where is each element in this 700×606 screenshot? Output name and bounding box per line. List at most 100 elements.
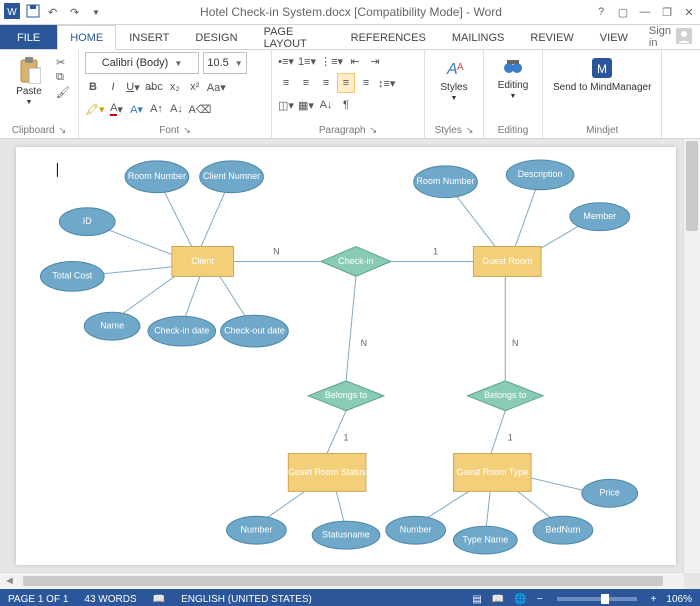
svg-text:Belongs to: Belongs to	[325, 390, 367, 400]
editing-button[interactable]: Editing ▼	[490, 52, 536, 104]
horizontal-scrollbar[interactable]: ◄	[0, 572, 684, 589]
word-icon: W	[4, 3, 20, 22]
superscript-icon[interactable]: x²	[187, 78, 203, 96]
decrease-indent-icon[interactable]: ⇤	[347, 52, 363, 70]
entity-guest-room: Guest Room	[473, 247, 541, 277]
borders-icon[interactable]: ▦▾	[298, 96, 314, 114]
clear-formatting-icon[interactable]: A⌫	[189, 100, 212, 118]
line-spacing-icon[interactable]: ↕≡▾	[378, 74, 395, 92]
grow-font-icon[interactable]: A↑	[149, 100, 165, 118]
tab-home[interactable]: HOME	[57, 25, 116, 50]
status-words[interactable]: 43 WORDS	[84, 594, 136, 605]
sort-icon[interactable]: A↓	[318, 96, 334, 114]
change-case-icon[interactable]: Aa▾	[207, 78, 226, 96]
vertical-scrollbar[interactable]	[683, 139, 700, 573]
align-right-icon[interactable]: ≡	[318, 74, 334, 92]
redo-icon[interactable]: ↷	[70, 6, 86, 19]
group-clipboard-label: Clipboard	[12, 125, 55, 136]
document-area: N 1 N N 1 1 Room Number Client Numner ID…	[0, 139, 700, 589]
distributed-icon[interactable]: ≡	[358, 74, 374, 92]
font-name-combo[interactable]: Calibri (Body)▼	[85, 52, 199, 74]
rel-belongs-1: Belongs to	[308, 381, 384, 411]
styles-launcher-icon[interactable]: ↘	[466, 125, 474, 136]
numbering-icon[interactable]: 1≡▾	[298, 52, 316, 70]
styles-icon: AA	[441, 56, 467, 80]
attr-description: Description	[506, 160, 574, 190]
read-mode-view-icon[interactable]: 📖	[492, 594, 504, 605]
group-mindjet-label: Mindjet	[586, 125, 618, 136]
svg-text:Check-out date: Check-out date	[224, 325, 285, 335]
send-to-mindmanager-button[interactable]: M Send to MindManager	[549, 52, 655, 97]
page[interactable]: N 1 N N 1 1 Room Number Client Numner ID…	[16, 147, 676, 565]
justify-icon[interactable]: ≡	[338, 74, 354, 92]
zoom-slider[interactable]	[557, 597, 637, 601]
bullets-icon[interactable]: •≡▾	[278, 52, 294, 70]
ribbon: Paste ▼ ✂ ⧉ 🖌 Clipboard ↘ Calibri (Body)▼…	[0, 50, 700, 139]
close-icon[interactable]: ✕	[682, 5, 696, 19]
qat-customize-icon[interactable]: ▼	[92, 8, 108, 17]
status-page[interactable]: PAGE 1 OF 1	[8, 594, 68, 605]
ribbon-display-icon[interactable]: ▢	[616, 5, 630, 19]
svg-text:BedNum: BedNum	[546, 525, 581, 535]
copy-icon[interactable]: ⧉	[56, 71, 72, 84]
tab-mailings[interactable]: MAILINGS	[439, 25, 518, 49]
tab-view[interactable]: VIEW	[587, 25, 641, 49]
show-marks-icon[interactable]: ¶	[338, 96, 354, 114]
help-icon[interactable]: ?	[594, 5, 608, 19]
bold-icon[interactable]: B	[85, 78, 101, 96]
attr-bednum: BedNum	[533, 516, 593, 544]
format-painter-icon[interactable]: 🖌	[56, 86, 72, 99]
increase-indent-icon[interactable]: ⇥	[367, 52, 383, 70]
strikethrough-icon[interactable]: a̶bc	[145, 78, 163, 96]
save-icon[interactable]	[26, 4, 42, 21]
underline-icon[interactable]: U▾	[125, 78, 141, 96]
tab-page-layout[interactable]: PAGE LAYOUT	[251, 25, 338, 49]
zoom-slider-thumb[interactable]	[601, 594, 609, 604]
font-size-combo[interactable]: 10.5▼	[203, 52, 247, 74]
paste-button[interactable]: Paste ▼	[6, 52, 52, 110]
subscript-icon[interactable]: x₂	[167, 78, 183, 96]
mindmanager-label: Send to MindManager	[553, 82, 651, 93]
clipboard-launcher-icon[interactable]: ↘	[59, 125, 67, 136]
attr-id: ID	[59, 208, 115, 236]
print-layout-view-icon[interactable]: ▤	[472, 594, 481, 605]
scroll-left-icon[interactable]: ◄	[0, 575, 19, 587]
web-layout-view-icon[interactable]: 🌐	[514, 594, 526, 605]
chevron-down-icon: ▼	[235, 59, 243, 68]
paragraph-launcher-icon[interactable]: ↘	[370, 125, 378, 136]
font-launcher-icon[interactable]: ↘	[183, 125, 191, 136]
cut-icon[interactable]: ✂	[56, 56, 72, 69]
highlight-icon[interactable]: 🖍▾	[85, 100, 105, 118]
rel-checkin: Check-in	[321, 247, 391, 277]
styles-button[interactable]: AA Styles ▼	[431, 52, 477, 106]
proofing-icon[interactable]: 📖	[153, 594, 165, 605]
svg-text:Check-in date: Check-in date	[154, 325, 209, 335]
italic-icon[interactable]: I	[105, 78, 121, 96]
tab-references[interactable]: REFERENCES	[338, 25, 439, 49]
user-icon	[676, 28, 692, 47]
zoom-level[interactable]: 106%	[666, 594, 692, 605]
align-left-icon[interactable]: ≡	[278, 74, 294, 92]
minimize-icon[interactable]: —	[638, 5, 652, 19]
shading-icon[interactable]: ◫▾	[278, 96, 294, 114]
font-color-icon[interactable]: A▾	[109, 100, 125, 118]
tab-insert[interactable]: INSERT	[116, 25, 182, 49]
multilevel-list-icon[interactable]: ⋮≡▾	[320, 52, 343, 70]
align-center-icon[interactable]: ≡	[298, 74, 314, 92]
horizontal-scroll-thumb[interactable]	[23, 576, 663, 586]
zoom-out-icon[interactable]: −	[537, 594, 543, 605]
svg-text:Number: Number	[241, 525, 273, 535]
shrink-font-icon[interactable]: A↓	[169, 100, 185, 118]
attr-type-number: Number	[386, 516, 446, 544]
status-language[interactable]: ENGLISH (UNITED STATES)	[181, 594, 312, 605]
zoom-in-icon[interactable]: +	[651, 594, 657, 605]
sign-in-link[interactable]: Sign in	[641, 25, 700, 49]
vertical-scroll-thumb[interactable]	[686, 141, 698, 231]
restore-icon[interactable]: ❐	[660, 5, 674, 19]
tab-review[interactable]: REVIEW	[517, 25, 586, 49]
undo-icon[interactable]: ↶	[48, 6, 64, 19]
styles-label: Styles	[440, 82, 467, 93]
tab-design[interactable]: DESIGN	[182, 25, 250, 49]
tab-file[interactable]: FILE	[0, 25, 57, 49]
text-effects-icon[interactable]: A▾	[129, 100, 145, 118]
